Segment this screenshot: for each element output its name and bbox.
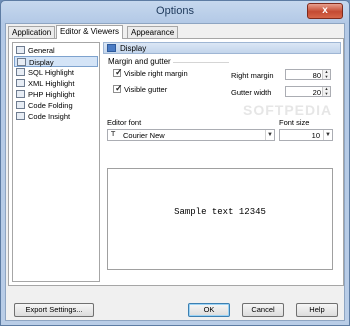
title-bar: Options x: [1, 1, 349, 23]
checkbox-box[interactable]: ✓: [113, 83, 123, 93]
watermark: SOFTPEDIA: [243, 102, 333, 118]
sidebar-item-label: Code Folding: [28, 101, 73, 110]
right-margin-value: 80: [312, 71, 321, 80]
options-tree: General Display SQL Highlight XML Highli…: [12, 42, 100, 282]
sidebar-item-code-insight[interactable]: Code Insight: [14, 111, 98, 122]
right-margin-stepper[interactable]: 80 ▲ ▼: [285, 69, 331, 80]
display-settings-pane: Display Margin and gutter SOFTPEDIA ✓ Vi…: [103, 42, 341, 282]
stepper-arrows[interactable]: ▲ ▼: [322, 69, 330, 79]
sidebar-item-php-highlight[interactable]: PHP Highlight: [14, 89, 98, 100]
monitor-icon: [17, 58, 26, 66]
cancel-button[interactable]: Cancel: [242, 303, 284, 317]
sidebar-item-xml-highlight[interactable]: XML Highlight: [14, 78, 98, 89]
checkbox-label: Visible gutter: [124, 85, 168, 94]
highlight-icon: [16, 79, 25, 87]
stepper-arrows[interactable]: ▲ ▼: [322, 86, 330, 96]
ok-button[interactable]: OK: [188, 303, 230, 317]
editor-font-value: Courier New: [123, 131, 165, 140]
window-title: Options: [156, 5, 194, 17]
checkbox-label: Visible right margin: [124, 69, 188, 78]
sidebar-item-sql-highlight[interactable]: SQL Highlight: [14, 67, 98, 78]
sidebar-item-label: Code Insight: [28, 112, 71, 121]
section-title: Display: [120, 44, 147, 53]
font-preview: Sample text 12345: [107, 168, 333, 270]
chevron-down-icon[interactable]: ▼: [265, 130, 274, 140]
help-button[interactable]: Help: [296, 303, 338, 317]
sidebar-item-label: PHP Highlight: [28, 90, 75, 99]
group-title-margin-gutter: Margin and gutter: [108, 57, 171, 66]
export-settings-button[interactable]: Export Settings...: [14, 303, 94, 317]
sidebar-item-general[interactable]: General: [14, 45, 98, 56]
monitor-icon: [107, 44, 116, 52]
gutter-width-value: 20: [312, 88, 321, 97]
dialog-client-area: Application Editor & Viewers Appearance …: [5, 23, 345, 321]
close-button[interactable]: x: [307, 3, 343, 19]
sidebar-item-label: SQL Highlight: [28, 68, 74, 77]
editor-font-label: Editor font: [107, 118, 142, 127]
chevron-down-icon[interactable]: ▼: [323, 130, 332, 140]
font-size-select[interactable]: 10 ▼: [279, 129, 333, 141]
sidebar-item-label: General: [28, 46, 55, 55]
font-icon: T: [111, 131, 116, 138]
code-insight-icon: [16, 112, 25, 120]
gutter-width-stepper[interactable]: 20 ▲ ▼: [285, 86, 331, 97]
checkbox-box[interactable]: ✓: [113, 67, 123, 77]
section-header: Display: [103, 42, 341, 54]
options-window: Options x Application Editor & Viewers A…: [0, 0, 350, 326]
highlight-icon: [16, 90, 25, 98]
settings-icon: [16, 46, 25, 54]
check-icon: ✓: [115, 67, 123, 77]
font-size-value: 10: [311, 131, 320, 140]
code-folding-icon: [16, 101, 25, 109]
group-divider: [173, 62, 229, 63]
font-size-label: Font size: [279, 118, 310, 127]
highlight-icon: [16, 68, 25, 76]
sidebar-item-code-folding[interactable]: Code Folding: [14, 100, 98, 111]
tab-appearance[interactable]: Appearance: [127, 26, 179, 38]
right-margin-label: Right margin: [231, 71, 274, 80]
spin-down-icon[interactable]: ▼: [325, 74, 329, 79]
editor-font-select[interactable]: T Courier New ▼: [107, 129, 275, 141]
spin-down-icon[interactable]: ▼: [325, 91, 329, 96]
check-icon: ✓: [115, 83, 123, 93]
gutter-width-label: Gutter width: [231, 88, 272, 97]
tab-panel: General Display SQL Highlight XML Highli…: [8, 38, 344, 286]
sample-text: Sample text 12345: [174, 207, 266, 217]
sidebar-item-label: XML Highlight: [28, 79, 75, 88]
tab-editor-viewers[interactable]: Editor & Viewers: [56, 25, 123, 39]
sidebar-item-display[interactable]: Display: [14, 56, 98, 67]
tab-application[interactable]: Application: [8, 26, 56, 38]
